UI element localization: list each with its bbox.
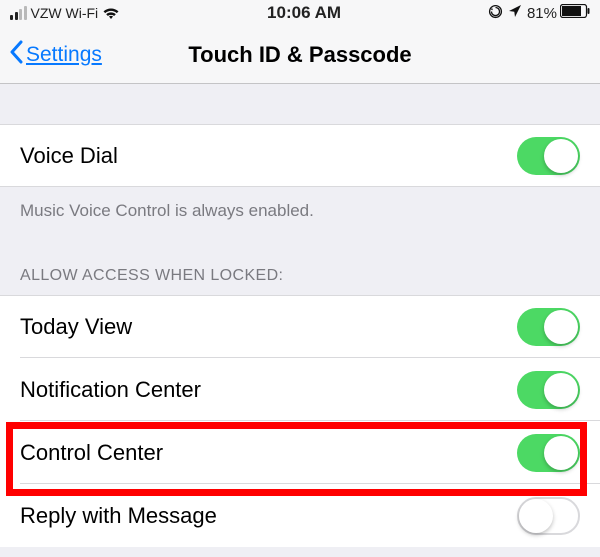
voice-dial-footer: Music Voice Control is always enabled. [0,187,600,249]
status-time: 10:06 AM [267,3,341,23]
status-bar: VZW Wi-Fi 10:06 AM 81% [0,0,600,26]
control-center-toggle[interactable] [517,434,580,472]
voice-dial-label: Voice Dial [20,143,118,169]
battery-icon [560,4,590,22]
notification-center-toggle[interactable] [517,371,580,409]
allow-access-header: ALLOW ACCESS WHEN LOCKED: [0,249,600,295]
nav-bar: Settings Touch ID & Passcode [0,26,600,84]
cellular-signal-icon [10,6,27,20]
rotation-lock-icon [488,4,503,23]
chevron-left-icon [8,40,24,70]
control-center-label: Control Center [20,440,163,466]
reply-with-message-toggle[interactable] [517,497,580,535]
wifi-icon [102,6,120,20]
reply-with-message-label: Reply with Message [20,503,217,529]
location-icon [508,4,522,22]
back-button[interactable]: Settings [8,40,102,70]
voice-dial-row: Voice Dial [0,124,600,187]
back-label: Settings [26,43,102,67]
battery-percentage: 81% [527,5,557,22]
reply-with-message-row: Reply with Message [0,484,600,547]
today-view-label: Today View [20,314,132,340]
today-view-toggle[interactable] [517,308,580,346]
notification-center-row: Notification Center [0,358,600,421]
voice-dial-toggle[interactable] [517,137,580,175]
control-center-row: Control Center [0,421,600,484]
today-view-row: Today View [0,295,600,358]
notification-center-label: Notification Center [20,377,201,403]
allow-access-list: Today View Notification Center Control C… [0,295,600,547]
carrier-label: VZW Wi-Fi [31,5,99,21]
